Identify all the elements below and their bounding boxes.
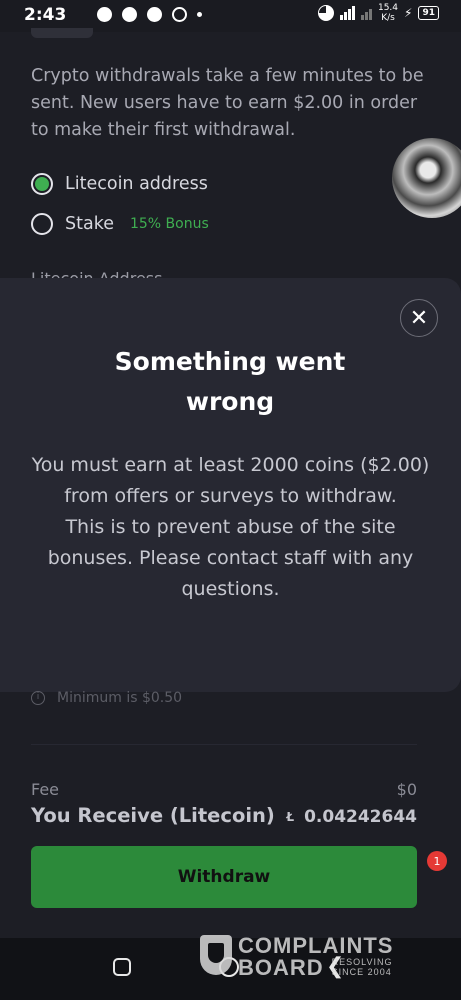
receive-value: 0.04242644 <box>304 807 417 827</box>
more-notifications-icon <box>197 12 202 17</box>
chat-notification-icon <box>97 7 112 22</box>
signal-2-icon <box>360 6 372 20</box>
app-notification-icon <box>122 7 137 22</box>
app-notification-icon-2 <box>147 7 162 22</box>
signal-icon <box>339 6 355 20</box>
close-icon: ✕ <box>409 305 429 331</box>
minimum-hint-text: Minimum is $0.50 <box>57 690 183 706</box>
fee-label: Fee <box>31 780 60 799</box>
status-time: 2:43 <box>24 5 67 25</box>
receive-label: You Receive (Litecoin) <box>31 804 275 827</box>
modal-title: Something went wrong <box>114 347 346 416</box>
minimum-hint: i Minimum is $0.50 <box>31 690 182 706</box>
bonus-badge: 15% Bonus <box>129 216 209 232</box>
notification-badge[interactable]: 1 <box>427 851 447 871</box>
previous-element-edge <box>31 28 93 38</box>
modal-message-line: You must earn at least 2000 coins ($2.00… <box>31 454 430 507</box>
radio-selected-icon[interactable] <box>31 173 53 195</box>
close-button[interactable]: ✕ <box>400 299 438 337</box>
shield-icon <box>200 935 232 975</box>
recent-apps-icon[interactable] <box>113 958 131 976</box>
option-stake[interactable]: Stake 15% Bonus <box>31 213 209 235</box>
modal-message-line: This is to prevent abuse of the site bon… <box>47 516 414 600</box>
watermark-logo: COMPLAINTS BOARD RESOLVING SINCE 2004 <box>200 935 393 979</box>
fee-value: $0 <box>396 780 417 799</box>
litecoin-icon: Ł <box>286 810 295 824</box>
network-speed: 15.4 K/s <box>377 3 399 23</box>
withdraw-button[interactable]: Withdraw <box>31 846 417 908</box>
option-label: Stake <box>65 214 114 234</box>
withdrawal-info-text: Crypto withdrawals take a few minutes to… <box>31 66 424 140</box>
charging-icon: ⚡ <box>404 6 413 20</box>
divider <box>31 744 417 745</box>
data-usage-icon <box>317 5 334 21</box>
receive-amount: Ł 0.04242644 <box>286 807 417 827</box>
modal-message: You must earn at least 2000 coins ($2.00… <box>30 450 431 605</box>
circle-notification-icon <box>172 7 187 22</box>
notification-icons <box>97 7 202 22</box>
floating-avatar[interactable] <box>392 138 461 218</box>
system-icons: 15.4 K/s ⚡ 91 <box>317 3 439 23</box>
option-label: Litecoin address <box>65 174 208 194</box>
info-icon: i <box>31 691 45 705</box>
option-litecoin-address[interactable]: Litecoin address <box>31 173 208 195</box>
radio-unselected-icon[interactable] <box>31 213 53 235</box>
battery-icon: 91 <box>418 6 439 20</box>
